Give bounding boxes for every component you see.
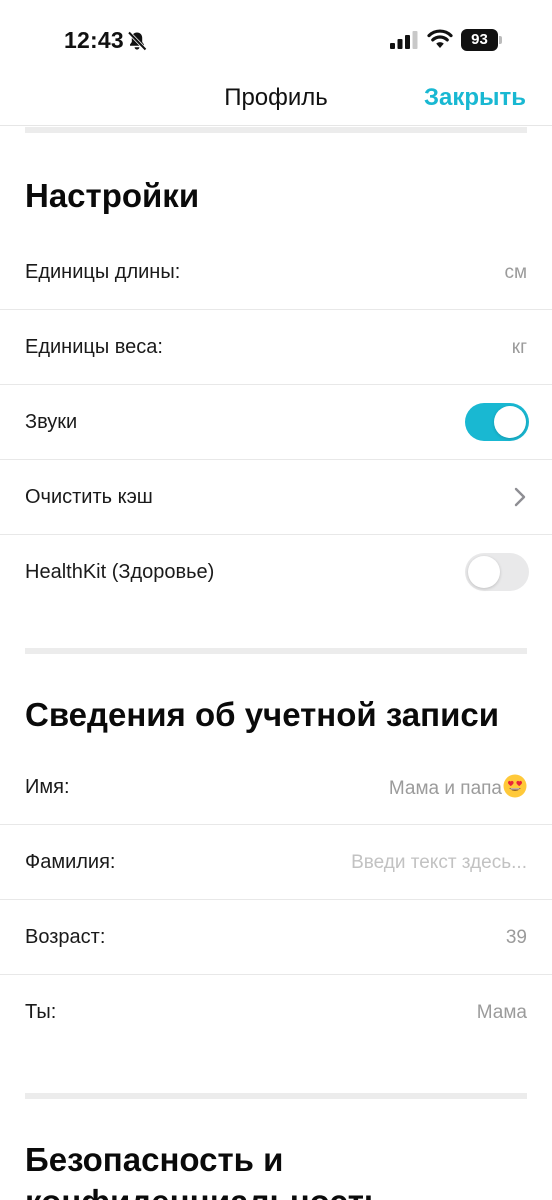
length-units-row[interactable]: Единицы длины: см bbox=[0, 235, 552, 310]
first-name-value: Мама и папа bbox=[388, 778, 502, 799]
last-name-row[interactable]: Фамилия: Введи текст здесь... bbox=[0, 825, 552, 900]
signal-icon bbox=[390, 31, 418, 49]
you-value[interactable]: Мама bbox=[477, 1002, 527, 1024]
age-label: Возраст: bbox=[25, 926, 106, 948]
heart-eyes-emoji bbox=[503, 774, 527, 798]
scroll-content[interactable]: Настройки Единицы длины: см Единицы веса… bbox=[0, 127, 552, 1200]
toggle-knob bbox=[494, 406, 526, 438]
first-name-label: Имя: bbox=[25, 776, 70, 798]
security-section-title: Безопасность и конфиденциальность bbox=[25, 1141, 384, 1200]
settings-section-title: Настройки bbox=[25, 177, 200, 214]
battery-level: 93 bbox=[461, 29, 498, 51]
healthkit-label: HealthKit (Здоровье) bbox=[25, 561, 215, 583]
weight-units-value[interactable]: кг bbox=[512, 337, 527, 359]
age-row[interactable]: Возраст: 39 bbox=[0, 900, 552, 975]
chevron-right-icon bbox=[514, 487, 526, 507]
battery-icon: 93 bbox=[461, 29, 503, 51]
first-name-row[interactable]: Имя: Мама и папа bbox=[0, 750, 552, 825]
first-name-field[interactable]: Мама и папа bbox=[389, 774, 527, 800]
weight-units-row[interactable]: Единицы веса: кг bbox=[0, 310, 552, 385]
length-units-value[interactable]: см bbox=[504, 262, 527, 284]
sounds-toggle[interactable] bbox=[465, 403, 529, 441]
section-divider bbox=[25, 1093, 527, 1099]
sounds-label: Звуки bbox=[25, 411, 78, 433]
clear-cache-label: Очистить кэш bbox=[25, 486, 153, 508]
account-section-title: Сведения об учетной записи bbox=[25, 696, 500, 733]
section-divider bbox=[25, 127, 527, 133]
nav-bar: Профиль Закрыть bbox=[0, 72, 552, 126]
last-name-input[interactable]: Введи текст здесь... bbox=[351, 852, 527, 874]
age-value[interactable]: 39 bbox=[506, 927, 527, 949]
last-name-label: Фамилия: bbox=[25, 851, 116, 873]
status-bar: 12:43 93 bbox=[0, 0, 552, 72]
healthkit-toggle[interactable] bbox=[465, 553, 529, 591]
length-units-label: Единицы длины: bbox=[25, 261, 181, 283]
bell-slash-icon bbox=[127, 31, 147, 51]
toggle-knob bbox=[468, 556, 500, 588]
section-divider bbox=[25, 648, 527, 654]
sounds-row: Звуки bbox=[0, 385, 552, 460]
battery-cap bbox=[499, 36, 502, 44]
clear-cache-row[interactable]: Очистить кэш bbox=[0, 460, 552, 535]
status-time: 12:43 bbox=[64, 27, 124, 53]
close-button[interactable]: Закрыть bbox=[424, 84, 526, 112]
you-label: Ты: bbox=[25, 1001, 57, 1023]
you-row[interactable]: Ты: Мама bbox=[0, 975, 552, 1050]
healthkit-row: HealthKit (Здоровье) bbox=[0, 535, 552, 610]
wifi-icon bbox=[427, 29, 453, 48]
weight-units-label: Единицы веса: bbox=[25, 336, 163, 358]
